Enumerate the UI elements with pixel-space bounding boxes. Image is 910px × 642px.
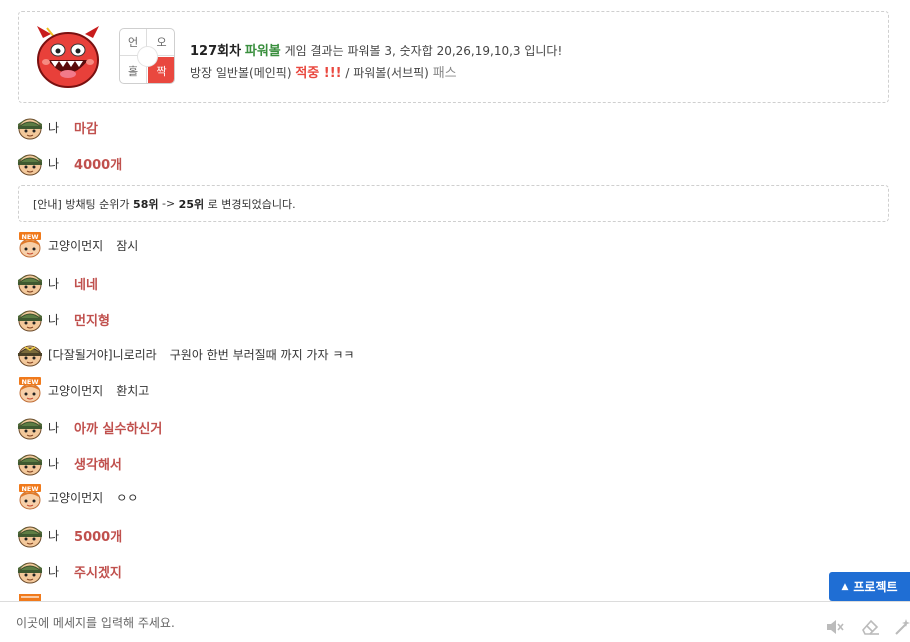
chat-text: 환치고	[116, 383, 150, 398]
chat-input-bar	[0, 601, 910, 642]
chat-nickname[interactable]: 나	[48, 455, 59, 472]
soldier-icon[interactable]	[17, 270, 43, 296]
soldier-icon[interactable]	[17, 450, 43, 476]
pass-badge: 패스	[432, 66, 457, 81]
soldier-icon[interactable]	[17, 558, 43, 584]
notice-from-rank: 58위	[133, 197, 159, 211]
chat-text: 생각해서	[74, 457, 122, 473]
chat-nickname[interactable]: 나	[48, 311, 59, 328]
chat-message: 나 아까 실수하신거	[17, 413, 162, 441]
chat-message: 나 마감	[17, 113, 98, 141]
rank-notice: [안내] 방채팅 순위가 58위 -> 25위 로 변경되었습니다.	[18, 185, 889, 222]
chat-message-input[interactable]	[16, 612, 796, 634]
chat-message: 나 4000개	[17, 149, 122, 177]
chat-nickname[interactable]: 나	[48, 419, 59, 436]
notice-prefix: [안내] 방채팅 순위가	[33, 197, 130, 211]
soldier-icon[interactable]	[17, 414, 43, 440]
new-baby-icon[interactable]: NEW	[17, 377, 43, 403]
sub-pick-label: / 파워볼(서브픽)	[345, 66, 429, 80]
eraser-icon[interactable]	[860, 618, 880, 636]
chat-nickname[interactable]: 나	[48, 527, 59, 544]
chat-message: 나 주시겠지	[17, 557, 122, 585]
chat-text: 주시겠지	[74, 565, 122, 581]
pick-result: 방장 일반볼(메인픽) 적중 !!! / 파워볼(서브픽) 패스	[190, 62, 457, 81]
main-pick-label: 방장 일반볼(메인픽)	[190, 66, 292, 80]
chat-message: 나 5000개	[17, 521, 122, 549]
svg-text:NEW: NEW	[21, 233, 38, 241]
project-button[interactable]: ▲ 프로젝트	[829, 572, 910, 601]
soldier-icon[interactable]	[17, 306, 43, 332]
chat-text: 먼지형	[74, 313, 110, 329]
chat-nickname[interactable]: 고양이먼지	[48, 382, 103, 399]
chat-text: 4000개	[74, 157, 123, 173]
soldier-icon[interactable]	[17, 114, 43, 140]
chat-nickname[interactable]: 나	[48, 563, 59, 580]
notice-to-rank: 25위	[178, 197, 205, 211]
result-announcement: 언 오 홀 짝 127회차 파워볼 게임 결과는 파워볼 3, 숫자합 20,2…	[18, 11, 889, 103]
new-baby-icon[interactable]: NEW	[17, 232, 43, 258]
round-number: 127회차	[190, 44, 242, 59]
chat-text: 마감	[74, 121, 98, 137]
chat-text: 네네	[74, 277, 98, 293]
chat-message: 나 생각해서	[17, 449, 122, 477]
oe-center-circle	[137, 46, 158, 67]
chat-text: 구원아 한번 부러질때 까지 가자 ㅋㅋ	[169, 347, 355, 362]
chat-nickname[interactable]: 나	[48, 119, 59, 136]
odd-even-indicator: 언 오 홀 짝	[119, 28, 175, 84]
result-summary: 127회차 파워볼 게임 결과는 파워볼 3, 숫자합 20,26,19,10,…	[190, 40, 562, 59]
project-button-label: 프로젝트	[853, 580, 898, 594]
chat-message: NEW 고양이먼지 잠시	[17, 231, 138, 259]
notice-suffix: 로 변경되었습니다.	[207, 197, 296, 211]
chat-nickname[interactable]: 고양이먼지	[48, 489, 103, 506]
soldier-icon[interactable]	[17, 150, 43, 176]
result-detail: 게임 결과는 파워볼 3, 숫자합 20,26,19,10,3 입니다!	[284, 44, 563, 58]
arrow-up-icon: ▲	[841, 581, 849, 592]
notice-arrow: ->	[161, 197, 176, 210]
mute-icon[interactable]	[825, 618, 845, 636]
chat-message: NEW 고양이먼지 ㅇㅇ	[17, 483, 138, 511]
chat-nickname[interactable]: 고양이먼지	[48, 237, 103, 254]
chat-message: 나 먼지형	[17, 305, 110, 333]
game-name: 파워볼	[244, 44, 281, 59]
chat-text: 5000개	[74, 529, 123, 545]
sergeant-icon[interactable]	[17, 341, 43, 367]
chat-text: 아까 실수하신거	[74, 421, 163, 437]
chat-text: ㅇㅇ	[116, 490, 139, 505]
chat-message: 나 네네	[17, 269, 98, 297]
devil-mascot-icon	[37, 26, 99, 88]
chat-nickname[interactable]: 나	[48, 155, 59, 172]
svg-text:NEW: NEW	[21, 485, 38, 493]
new-baby-icon[interactable]: NEW	[17, 484, 43, 510]
chat-nickname[interactable]: 나	[48, 275, 59, 292]
soldier-icon[interactable]	[17, 522, 43, 548]
chat-message: [다잘될거야]니로리라 구원아 한번 부러질때 까지 가자 ㅋㅋ	[17, 340, 354, 368]
hit-badge: 적중 !!!	[295, 66, 342, 81]
chat-message: NEW 고양이먼지 환치고	[17, 376, 149, 404]
chat-nickname[interactable]: [다잘될거야]니로리라	[48, 346, 157, 363]
svg-text:NEW: NEW	[21, 378, 38, 386]
magic-wand-icon[interactable]	[893, 618, 910, 636]
chat-text: 잠시	[116, 238, 139, 253]
